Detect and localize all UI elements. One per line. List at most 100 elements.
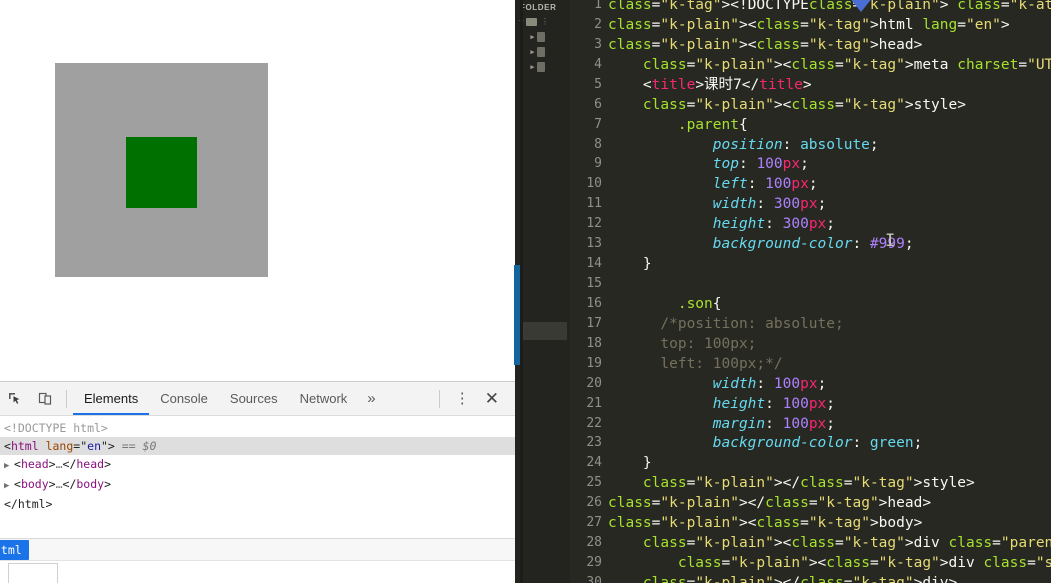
code-line[interactable]: } <box>608 254 652 274</box>
line-number: 27 <box>586 515 602 531</box>
browser-window: Elements Console Sources Network » ⋮ ✕ <… <box>0 0 515 583</box>
son-div-box <box>126 137 197 208</box>
expand-triangle-icon[interactable]: ▶ <box>4 457 14 475</box>
file-icon-3 <box>537 61 545 72</box>
code-line[interactable]: position: absolute; <box>608 135 879 155</box>
more-tabs-icon[interactable]: » <box>358 383 384 415</box>
code-line[interactable]: height: 300px; <box>608 214 835 234</box>
code-line[interactable]: background-color: green; <box>608 433 923 453</box>
line-number-gutter: 1 2 3 4 5 6 7 8 9 10 11 12 13 14 15 16 17 18 19 20 21 22 23 24 2… <box>570 0 608 583</box>
parent-div-box <box>55 63 268 277</box>
code-line[interactable]: class="k-plain"><class="k-tag">div class… <box>608 553 1051 573</box>
line-number: 16 <box>586 295 602 311</box>
code-line[interactable]: left: 100px; <box>608 174 818 194</box>
code-line[interactable]: width: 300px; <box>608 194 827 214</box>
folder-menu-icon: ⋮ <box>541 17 549 26</box>
line-number: 29 <box>586 555 602 571</box>
file-explorer: FOLDER ▼ ⋮ ▶ ▶ ▶ <box>515 0 570 583</box>
chevron-right-icon-3[interactable]: ▶ <box>528 63 537 71</box>
line-number: 19 <box>586 355 602 371</box>
line-number: 13 <box>586 236 602 252</box>
tab-sources[interactable]: Sources <box>219 383 289 415</box>
space-sep <box>39 439 46 453</box>
code-line[interactable]: width: 100px; <box>608 374 827 394</box>
device-toolbar-icon[interactable] <box>30 385 60 413</box>
code-line[interactable]: class="k-plain"><class="k-tag">head> <box>608 35 922 55</box>
code-line[interactable]: class="k-plain"><class="k-tag">meta char… <box>608 55 1051 75</box>
drawer-tab[interactable] <box>8 563 58 583</box>
body-ellipsis: … <box>55 477 63 491</box>
explorer-item-1[interactable]: ▶ <box>515 29 570 44</box>
body-close-tag-name: body <box>76 477 105 491</box>
code-line[interactable]: background-color: #999; <box>608 234 914 254</box>
more-options-icon[interactable]: ⋮ <box>446 391 479 406</box>
lang-attr-name: lang <box>45 439 74 453</box>
chevron-right-icon-2[interactable]: ▶ <box>528 48 537 56</box>
code-line[interactable]: top: 100px; <box>608 334 756 354</box>
code-line[interactable]: class="k-plain"><class="k-tag">body> <box>608 513 922 533</box>
head-tag-name: head <box>20 457 49 471</box>
code-content[interactable]: class="k-tag"><!DOCTYPEclass="k-plain"> … <box>608 0 1051 583</box>
text-cursor-ibeam-icon: I <box>885 231 896 251</box>
line-number: 4 <box>594 56 602 72</box>
dom-row-doctype[interactable]: <!DOCTYPE html> <box>0 419 515 437</box>
line-number: 22 <box>586 415 602 431</box>
head-open-close: > <box>48 457 56 471</box>
body-open-close: > <box>48 477 56 491</box>
code-line[interactable]: /*position: absolute; <box>608 314 843 334</box>
code-line[interactable]: left: 100px;*/ <box>608 354 782 374</box>
quote-close: "> <box>101 439 115 453</box>
dom-row-html-close: </html> <box>0 495 515 513</box>
code-line[interactable]: class="k-plain"><class="k-tag">div class… <box>608 533 1051 553</box>
explorer-item-3[interactable]: ▶ <box>515 59 570 74</box>
explorer-scrollbar[interactable] <box>517 322 567 340</box>
head-close-gt: > <box>104 457 112 471</box>
code-line[interactable]: top: 100px; <box>608 154 809 174</box>
doctype-text: <!DOCTYPE html> <box>4 421 108 435</box>
dom-row-head[interactable]: ▶ <head>…</head> <box>0 455 515 475</box>
code-line[interactable]: class="k-plain"></class="k-tag">style> <box>608 473 975 493</box>
dom-row-html[interactable]: <html lang="en"> == $0 <box>0 437 515 455</box>
code-line[interactable]: class="k-plain"></class="k-tag">div> <box>608 573 957 583</box>
code-line[interactable]: } <box>608 453 652 473</box>
breadcrumb: html <box>0 538 515 560</box>
tab-console[interactable]: Console <box>149 383 219 415</box>
close-icon[interactable]: ✕ <box>479 390 509 407</box>
line-number: 17 <box>586 315 602 331</box>
inspect-element-icon[interactable] <box>0 385 30 413</box>
tab-network[interactable]: Network <box>289 383 359 415</box>
code-line[interactable]: .parent{ <box>608 115 748 135</box>
head-close-bracket: </ <box>62 457 77 471</box>
line-number: 24 <box>586 455 602 471</box>
line-number: 7 <box>594 116 602 132</box>
file-icon-1 <box>537 31 545 42</box>
line-number: 5 <box>594 76 602 92</box>
code-line[interactable]: margin: 100px; <box>608 414 835 434</box>
expand-triangle-icon-body[interactable]: ▶ <box>4 477 14 495</box>
line-number: 1 <box>594 0 602 12</box>
code-line[interactable]: class="k-plain"><class="k-tag">html lang… <box>608 15 1010 35</box>
head-open-bracket: < <box>14 457 21 471</box>
code-line[interactable]: <title>课时7</title> <box>608 75 812 95</box>
code-line[interactable]: class="k-plain"><class="k-tag">style> <box>608 95 966 115</box>
toolbar-divider <box>66 389 67 408</box>
code-line[interactable]: height: 100px; <box>608 394 835 414</box>
code-line[interactable]: class="k-tag"><!DOCTYPEclass="k-plain"> … <box>608 0 1051 15</box>
code-editor: FOLDER ▼ ⋮ ▶ ▶ ▶ 12345678910111213141516… <box>515 0 1051 583</box>
head-ellipsis: … <box>55 457 63 471</box>
explorer-root-folder[interactable]: ▼ ⋮ <box>515 14 570 29</box>
file-icon-2 <box>537 46 545 57</box>
explorer-item-2[interactable]: ▶ <box>515 44 570 59</box>
line-number: 18 <box>586 335 602 351</box>
line-number: 30 <box>586 574 602 583</box>
code-line[interactable]: class="k-plain"></class="k-tag">head> <box>608 493 931 513</box>
dom-row-body[interactable]: ▶ <body>…</body> <box>0 475 515 495</box>
folder-icon <box>526 17 537 26</box>
chevron-right-icon-1[interactable]: ▶ <box>528 33 537 41</box>
line-number: 28 <box>586 535 602 551</box>
code-line[interactable]: .son{ <box>608 294 722 314</box>
tab-elements[interactable]: Elements <box>73 383 149 415</box>
body-close-gt: > <box>104 477 112 491</box>
breadcrumb-item-html[interactable]: html <box>0 539 29 560</box>
blue-triangle-marker-icon <box>845 0 877 12</box>
